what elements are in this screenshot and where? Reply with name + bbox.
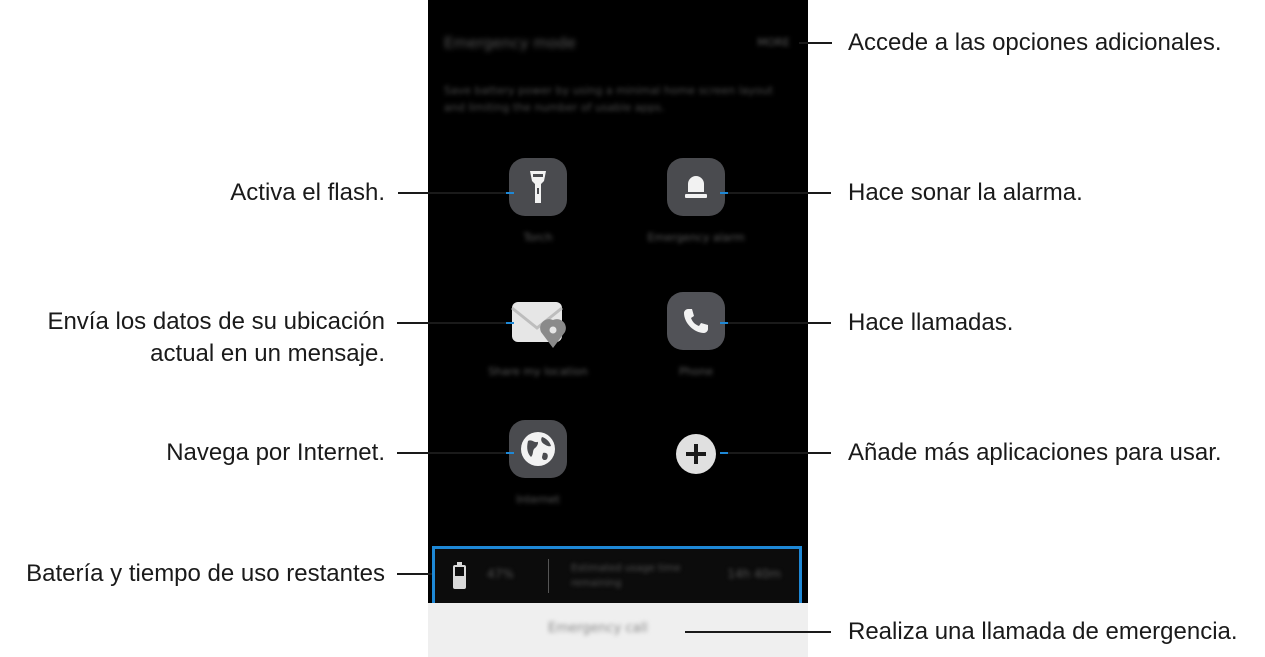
plus-icon: [667, 420, 725, 478]
callout-line-add-end: [720, 452, 728, 454]
app-share-location[interactable]: Share my location: [468, 292, 608, 380]
phone-handset-icon: [667, 292, 725, 350]
alarm-bell-icon: [667, 158, 725, 216]
callout-line-torch-end: [506, 192, 514, 194]
mode-description: Save battery power by using a minimal ho…: [444, 84, 773, 114]
envelope-location-icon: [509, 292, 567, 350]
callout-line-share-end: [506, 322, 514, 324]
callout-line-alarm: [728, 192, 831, 194]
callout-phone: Hace llamadas.: [848, 309, 1014, 336]
battery-icon: [453, 562, 466, 589]
app-label: Emergency alarm: [647, 231, 745, 244]
callout-share-location-line2: actual en un mensaje.: [150, 340, 385, 367]
callout-line-battery: [397, 573, 432, 575]
callout-torch: Activa el flash.: [230, 179, 385, 206]
flashlight-icon: [509, 158, 567, 216]
app-emergency-alarm[interactable]: Emergency alarm: [626, 158, 766, 246]
callout-line-phone: [728, 322, 831, 324]
callout-line-more: [799, 42, 832, 44]
battery-percent: 47%: [487, 567, 514, 581]
callout-line-internet-end: [506, 452, 514, 454]
app-phone[interactable]: Phone: [626, 292, 766, 380]
divider: [548, 559, 549, 593]
callout-line-alarm-end: [720, 192, 728, 194]
add-app-button[interactable]: [626, 420, 766, 492]
callout-line-internet: [397, 452, 506, 454]
phone-screen: Emergency mode MORE Save battery power b…: [428, 0, 808, 657]
app-torch[interactable]: Torch: [468, 158, 608, 246]
app-label: Share my location: [488, 365, 588, 378]
callout-add-apps: Añade más aplicaciones para usar.: [848, 439, 1222, 466]
callout-line-phone-end: [720, 322, 728, 324]
callout-line-emergency-call: [685, 631, 831, 633]
callout-share-location-line1: Envía los datos de su ubicación: [47, 308, 385, 335]
globe-icon: [509, 420, 567, 478]
callout-alarm: Hace sonar la alarma.: [848, 179, 1083, 206]
emergency-call-button[interactable]: Emergency call: [428, 603, 808, 657]
emergency-call-label: Emergency call: [548, 621, 648, 636]
battery-status-bar: 47% Estimated usage time remaining 14h 4…: [432, 546, 802, 608]
app-label: Internet: [516, 493, 560, 506]
callout-battery: Batería y tiempo de uso restantes: [26, 560, 385, 587]
usage-time-label: Estimated usage time remaining: [571, 563, 681, 589]
callout-emergency-call: Realiza una llamada de emergencia.: [848, 618, 1238, 645]
callout-internet: Navega por Internet.: [166, 439, 385, 466]
screen-title: Emergency mode: [444, 34, 576, 52]
callout-line-torch: [398, 192, 506, 194]
callout-line-add: [728, 452, 831, 454]
usage-time-remaining: 14h 40m: [727, 567, 781, 581]
app-label: Phone: [678, 365, 714, 378]
callout-more-options: Accede a las opciones adicionales.: [848, 29, 1222, 56]
app-internet[interactable]: Internet: [468, 420, 608, 508]
app-label: Torch: [523, 231, 553, 244]
callout-line-share: [397, 322, 506, 324]
more-button[interactable]: MORE: [757, 36, 790, 49]
